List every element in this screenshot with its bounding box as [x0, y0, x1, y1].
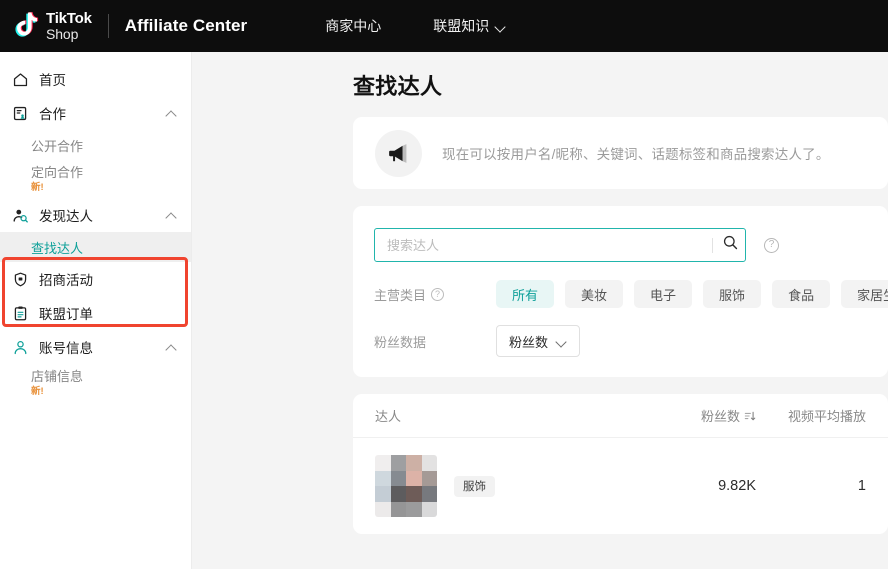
- sidebar-item-account-info[interactable]: 账号信息: [0, 330, 191, 364]
- category-chip-beauty[interactable]: 美妆: [565, 280, 624, 308]
- sidebar-item-public-cooperation[interactable]: 公开合作: [0, 130, 191, 160]
- nav-link-affiliate-knowledge[interactable]: 联盟知识: [433, 16, 506, 36]
- category-chip-electronics[interactable]: 电子: [634, 280, 693, 308]
- sidebar-item-home[interactable]: 首页: [0, 62, 191, 96]
- sidebar-item-find-creators[interactable]: 查找达人: [0, 232, 191, 262]
- category-chip-group: 所有 美妆 电子 服饰 食品 家居生活: [496, 280, 888, 308]
- handshake-icon: [11, 104, 29, 122]
- search-input-wrapper[interactable]: [374, 228, 746, 262]
- sidebar-item-label: 定向合作: [31, 165, 84, 180]
- brand-name-tiktok: TikTok: [46, 10, 92, 28]
- category-filter-row: 主营类目 ? 所有 美妆 电子 服饰 食品 家居生活: [374, 280, 888, 308]
- discover-creator-icon: [11, 206, 29, 224]
- category-label-text: 主营类目: [374, 287, 427, 303]
- creator-category-tag: 服饰: [454, 475, 495, 497]
- creator-info: 服饰: [454, 475, 660, 497]
- cell-fans-count: 9.82K: [718, 478, 756, 494]
- sidebar-item-targeted-cooperation[interactable]: 定向合作 新!: [0, 160, 191, 198]
- product-title: Affiliate Center: [124, 16, 248, 35]
- sort-icon[interactable]: [744, 410, 756, 422]
- nav-link-merchant-center[interactable]: 商家中心: [325, 16, 381, 36]
- clipboard-icon: [11, 304, 29, 322]
- tiktok-note-icon: [14, 11, 40, 41]
- table-header-row: 达人 粉丝数 视频平均播放: [353, 394, 888, 438]
- brand-name-shop: Shop: [46, 25, 79, 42]
- main-content: 查找达人 现在可以按用户名/昵称、关键词、话题标签和商品搜索达人了。 搜索达人 …: [192, 52, 888, 569]
- top-navigation-bar: TikTok Shop Affiliate Center 商家中心 联盟知识: [0, 0, 888, 52]
- sidebar-item-affiliate-orders[interactable]: 联盟订单: [0, 296, 191, 330]
- chevron-down-icon: [557, 338, 567, 344]
- sidebar-item-label: 联盟订单: [39, 307, 93, 322]
- fans-filter-label: 粉丝数据: [374, 334, 427, 350]
- sidebar-item-label: 首页: [39, 73, 66, 88]
- sidebar-item-label: 合作: [39, 107, 66, 122]
- chevron-up-icon: [166, 110, 177, 117]
- megaphone-icon: [375, 129, 422, 177]
- sidebar-item-discover-creators[interactable]: 发现达人: [0, 198, 191, 232]
- category-filter-label: 主营类目 ?: [374, 285, 496, 304]
- help-icon[interactable]: ?: [764, 237, 779, 253]
- user-icon: [11, 338, 29, 356]
- sidebar-navigation: 首页 合作 公开合作 定向合作 新! 发现达人 查找达人 招商活动 联盟订单 账…: [0, 52, 192, 569]
- shield-icon: [11, 270, 29, 288]
- category-chip-apparel[interactable]: 服饰: [703, 280, 762, 308]
- top-nav-links: 商家中心 联盟知识: [325, 16, 506, 36]
- sidebar-item-label: 发现达人: [39, 209, 93, 224]
- fans-metric-value: 粉丝数: [509, 334, 549, 350]
- column-header-creator: 达人: [375, 409, 402, 424]
- sidebar-item-label: 公开合作: [31, 138, 84, 154]
- input-divider: [712, 237, 713, 253]
- column-header-fans[interactable]: 粉丝数: [660, 406, 756, 425]
- nav-link-label: 联盟知识: [433, 18, 490, 34]
- table-row[interactable]: 服饰 9.82K 1: [353, 438, 888, 534]
- sidebar-item-label: 招商活动: [39, 273, 93, 288]
- search-row: ?: [374, 228, 888, 262]
- chevron-down-icon: [496, 23, 506, 29]
- filter-panel: ? 主营类目 ? 所有 美妆 电子 服饰 食品 家居生活: [353, 206, 888, 377]
- sidebar-item-label: 查找达人: [31, 240, 84, 256]
- sidebar-item-label: 账号信息: [39, 341, 93, 356]
- results-table: 达人 粉丝数 视频平均播放 服饰 9.82K 1: [353, 394, 888, 534]
- chevron-up-icon: [166, 212, 177, 219]
- fans-filter-row: 粉丝数据 粉丝数: [374, 325, 888, 357]
- sidebar-item-shop-info[interactable]: 店铺信息 新!: [0, 364, 191, 402]
- new-badge: 新!: [31, 386, 44, 397]
- tiktok-shop-logo[interactable]: TikTok Shop: [14, 11, 92, 41]
- new-badge: 新!: [31, 182, 44, 193]
- app-body: 首页 合作 公开合作 定向合作 新! 发现达人 查找达人 招商活动 联盟订单 账…: [0, 52, 888, 569]
- home-icon: [11, 70, 29, 88]
- nav-link-label: 商家中心: [325, 18, 382, 34]
- avatar: [375, 455, 437, 517]
- category-chip-all[interactable]: 所有: [496, 280, 555, 308]
- category-chip-food[interactable]: 食品: [772, 280, 831, 308]
- cell-avg-views: 1: [857, 478, 866, 494]
- sidebar-item-label: 店铺信息: [31, 369, 84, 384]
- help-icon[interactable]: ?: [431, 287, 445, 301]
- chevron-up-icon: [166, 344, 177, 351]
- page-title: 查找达人: [353, 74, 443, 99]
- sidebar-item-recruitment-campaign[interactable]: 招商活动: [0, 262, 191, 296]
- category-chip-home-living[interactable]: 家居生活: [841, 280, 888, 308]
- brand-divider: [107, 14, 109, 38]
- column-header-avg-views: 视频平均播放: [787, 409, 866, 424]
- sidebar-item-cooperation[interactable]: 合作: [0, 96, 191, 130]
- search-icon[interactable]: [722, 234, 739, 256]
- search-input[interactable]: [387, 237, 712, 253]
- fans-metric-select[interactable]: 粉丝数: [496, 325, 581, 357]
- column-header-fans-label: 粉丝数: [700, 409, 740, 424]
- announcement-banner: 现在可以按用户名/昵称、关键词、话题标签和商品搜索达人了。: [353, 117, 888, 189]
- announcement-text: 现在可以按用户名/昵称、关键词、话题标签和商品搜索达人了。: [442, 147, 830, 162]
